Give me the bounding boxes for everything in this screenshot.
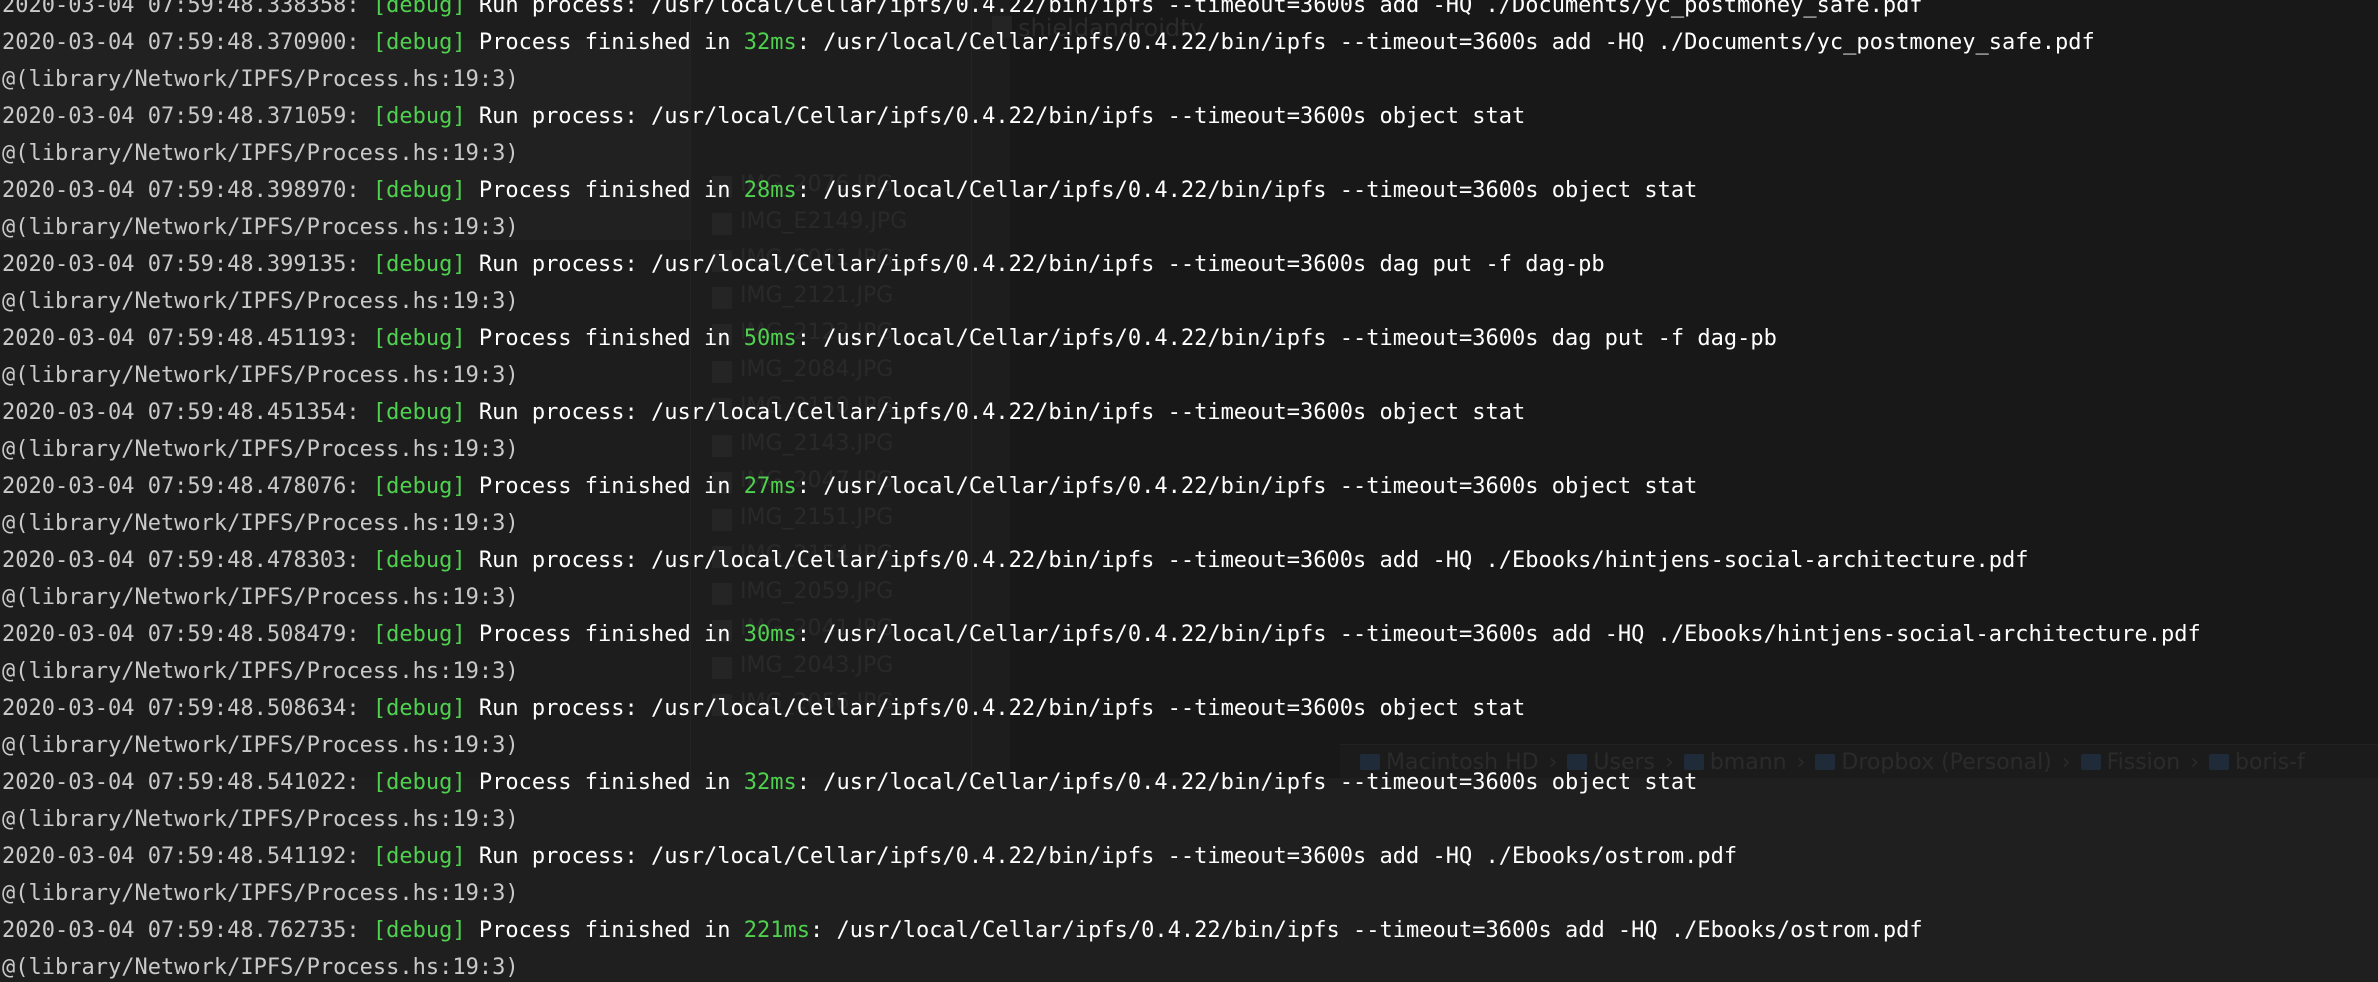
source-location-text: @(library/Network/IPFS/Process.hs:19:3): [2, 437, 519, 462]
log-timestamp: 2020-03-04 07:59:48.762735:: [2, 918, 360, 943]
log-message: Process finished in: [465, 178, 744, 203]
log-level-badge: [debug]: [372, 400, 466, 425]
log-timestamp: 2020-03-04 07:59:48.508634:: [2, 696, 360, 721]
source-location-text: @(library/Network/IPFS/Process.hs:19:3): [2, 585, 519, 610]
log-source-location: @(library/Network/IPFS/Process.hs:19:3): [2, 954, 519, 982]
log-message: Run process: /usr/local/Cellar/ipfs/0.4.…: [465, 0, 1923, 18]
log-source-location: @(library/Network/IPFS/Process.hs:19:3): [2, 66, 519, 94]
log-message: Run process: /usr/local/Cellar/ipfs/0.4.…: [465, 696, 1526, 721]
log-message: Process finished in: [465, 30, 744, 55]
log-timestamp: 2020-03-04 07:59:48.399135:: [2, 252, 360, 277]
log-timestamp: 2020-03-04 07:59:48.371059:: [2, 104, 360, 129]
source-location-text: @(library/Network/IPFS/Process.hs:19:3): [2, 807, 519, 832]
log-message: Process finished in: [465, 326, 744, 351]
log-source-location: @(library/Network/IPFS/Process.hs:19:3): [2, 214, 519, 242]
log-duration: 50ms: [743, 326, 797, 351]
log-line: 2020-03-04 07:59:48.508634: [debug] Run …: [2, 695, 1525, 723]
log-line: 2020-03-04 07:59:48.541192: [debug] Run …: [2, 843, 1737, 871]
log-level-badge: [debug]: [372, 548, 466, 573]
log-message: Run process: /usr/local/Cellar/ipfs/0.4.…: [465, 548, 2029, 573]
log-timestamp: 2020-03-04 07:59:48.478303:: [2, 548, 360, 573]
log-level-badge: [debug]: [372, 178, 466, 203]
log-source-location: @(library/Network/IPFS/Process.hs:19:3): [2, 140, 519, 168]
log-message: Process finished in: [465, 770, 744, 795]
log-duration: 30ms: [743, 622, 797, 647]
log-level-badge: [debug]: [372, 30, 466, 55]
source-location-text: @(library/Network/IPFS/Process.hs:19:3): [2, 511, 519, 536]
log-level-badge: [debug]: [372, 622, 466, 647]
log-level-badge: [debug]: [372, 252, 466, 277]
log-timestamp: 2020-03-04 07:59:48.338358:: [2, 0, 360, 18]
log-level-badge: [debug]: [372, 696, 466, 721]
log-timestamp: 2020-03-04 07:59:48.541192:: [2, 844, 360, 869]
log-level-badge: [debug]: [372, 0, 466, 18]
log-source-location: @(library/Network/IPFS/Process.hs:19:3): [2, 658, 519, 686]
log-line: 2020-03-04 07:59:48.451193: [debug] Proc…: [2, 325, 1777, 353]
log-level-badge: [debug]: [372, 474, 466, 499]
log-level-badge: [debug]: [372, 918, 466, 943]
log-timestamp: 2020-03-04 07:59:48.508479:: [2, 622, 360, 647]
log-line: 2020-03-04 07:59:48.478303: [debug] Run …: [2, 547, 2029, 575]
terminal-window[interactable]: 2020-03-04 07:59:48.338358: [debug] Run …: [0, 0, 2378, 980]
source-location-text: @(library/Network/IPFS/Process.hs:19:3): [2, 67, 519, 92]
source-location-text: @(library/Network/IPFS/Process.hs:19:3): [2, 141, 519, 166]
log-level-badge: [debug]: [372, 326, 466, 351]
log-line: 2020-03-04 07:59:48.399135: [debug] Run …: [2, 251, 1605, 279]
log-timestamp: 2020-03-04 07:59:48.451193:: [2, 326, 360, 351]
log-message: Run process: /usr/local/Cellar/ipfs/0.4.…: [465, 400, 1526, 425]
log-timestamp: 2020-03-04 07:59:48.370900:: [2, 30, 360, 55]
log-timestamp: 2020-03-04 07:59:48.398970:: [2, 178, 360, 203]
log-duration: 32ms: [743, 770, 797, 795]
log-duration: 221ms: [743, 918, 810, 943]
log-duration: 27ms: [743, 474, 797, 499]
log-command: : /usr/local/Cellar/ipfs/0.4.22/bin/ipfs…: [796, 30, 2095, 55]
log-source-location: @(library/Network/IPFS/Process.hs:19:3): [2, 732, 519, 760]
log-message: Process finished in: [465, 918, 744, 943]
log-line: 2020-03-04 07:59:48.508479: [debug] Proc…: [2, 621, 2201, 649]
source-location-text: @(library/Network/IPFS/Process.hs:19:3): [2, 955, 519, 980]
log-command: : /usr/local/Cellar/ipfs/0.4.22/bin/ipfs…: [796, 622, 2201, 647]
log-message: Run process: /usr/local/Cellar/ipfs/0.4.…: [465, 252, 1605, 277]
log-timestamp: 2020-03-04 07:59:48.541022:: [2, 770, 360, 795]
log-source-location: @(library/Network/IPFS/Process.hs:19:3): [2, 436, 519, 464]
source-location-text: @(library/Network/IPFS/Process.hs:19:3): [2, 733, 519, 758]
log-command: : /usr/local/Cellar/ipfs/0.4.22/bin/ipfs…: [796, 326, 1777, 351]
log-line: 2020-03-04 07:59:48.338358: [debug] Run …: [2, 0, 1923, 20]
log-source-location: @(library/Network/IPFS/Process.hs:19:3): [2, 362, 519, 390]
log-message: Process finished in: [465, 474, 744, 499]
log-level-badge: [debug]: [372, 770, 466, 795]
log-level-badge: [debug]: [372, 844, 466, 869]
log-message: Process finished in: [465, 622, 744, 647]
source-location-text: @(library/Network/IPFS/Process.hs:19:3): [2, 215, 519, 240]
source-location-text: @(library/Network/IPFS/Process.hs:19:3): [2, 881, 519, 906]
log-command: : /usr/local/Cellar/ipfs/0.4.22/bin/ipfs…: [796, 178, 1698, 203]
log-duration: 28ms: [743, 178, 797, 203]
log-command: : /usr/local/Cellar/ipfs/0.4.22/bin/ipfs…: [796, 474, 1698, 499]
log-source-location: @(library/Network/IPFS/Process.hs:19:3): [2, 806, 519, 834]
log-timestamp: 2020-03-04 07:59:48.451354:: [2, 400, 360, 425]
log-source-location: @(library/Network/IPFS/Process.hs:19:3): [2, 288, 519, 316]
log-level-badge: [debug]: [372, 104, 466, 129]
log-command: : /usr/local/Cellar/ipfs/0.4.22/bin/ipfs…: [809, 918, 1923, 943]
log-command: : /usr/local/Cellar/ipfs/0.4.22/bin/ipfs…: [796, 770, 1698, 795]
log-source-location: @(library/Network/IPFS/Process.hs:19:3): [2, 880, 519, 908]
log-line: 2020-03-04 07:59:48.451354: [debug] Run …: [2, 399, 1525, 427]
source-location-text: @(library/Network/IPFS/Process.hs:19:3): [2, 659, 519, 684]
log-duration: 32ms: [743, 30, 797, 55]
log-line: 2020-03-04 07:59:48.371059: [debug] Run …: [2, 103, 1525, 131]
source-location-text: @(library/Network/IPFS/Process.hs:19:3): [2, 289, 519, 314]
log-timestamp: 2020-03-04 07:59:48.478076:: [2, 474, 360, 499]
log-source-location: @(library/Network/IPFS/Process.hs:19:3): [2, 584, 519, 612]
log-line: 2020-03-04 07:59:48.370900: [debug] Proc…: [2, 29, 2095, 57]
log-message: Run process: /usr/local/Cellar/ipfs/0.4.…: [465, 104, 1526, 129]
log-line: 2020-03-04 07:59:48.541022: [debug] Proc…: [2, 769, 1697, 797]
log-line: 2020-03-04 07:59:48.478076: [debug] Proc…: [2, 473, 1697, 501]
log-source-location: @(library/Network/IPFS/Process.hs:19:3): [2, 510, 519, 538]
source-location-text: @(library/Network/IPFS/Process.hs:19:3): [2, 363, 519, 388]
log-line: 2020-03-04 07:59:48.762735: [debug] Proc…: [2, 917, 1923, 945]
log-line: 2020-03-04 07:59:48.398970: [debug] Proc…: [2, 177, 1697, 205]
log-message: Run process: /usr/local/Cellar/ipfs/0.4.…: [465, 844, 1738, 869]
